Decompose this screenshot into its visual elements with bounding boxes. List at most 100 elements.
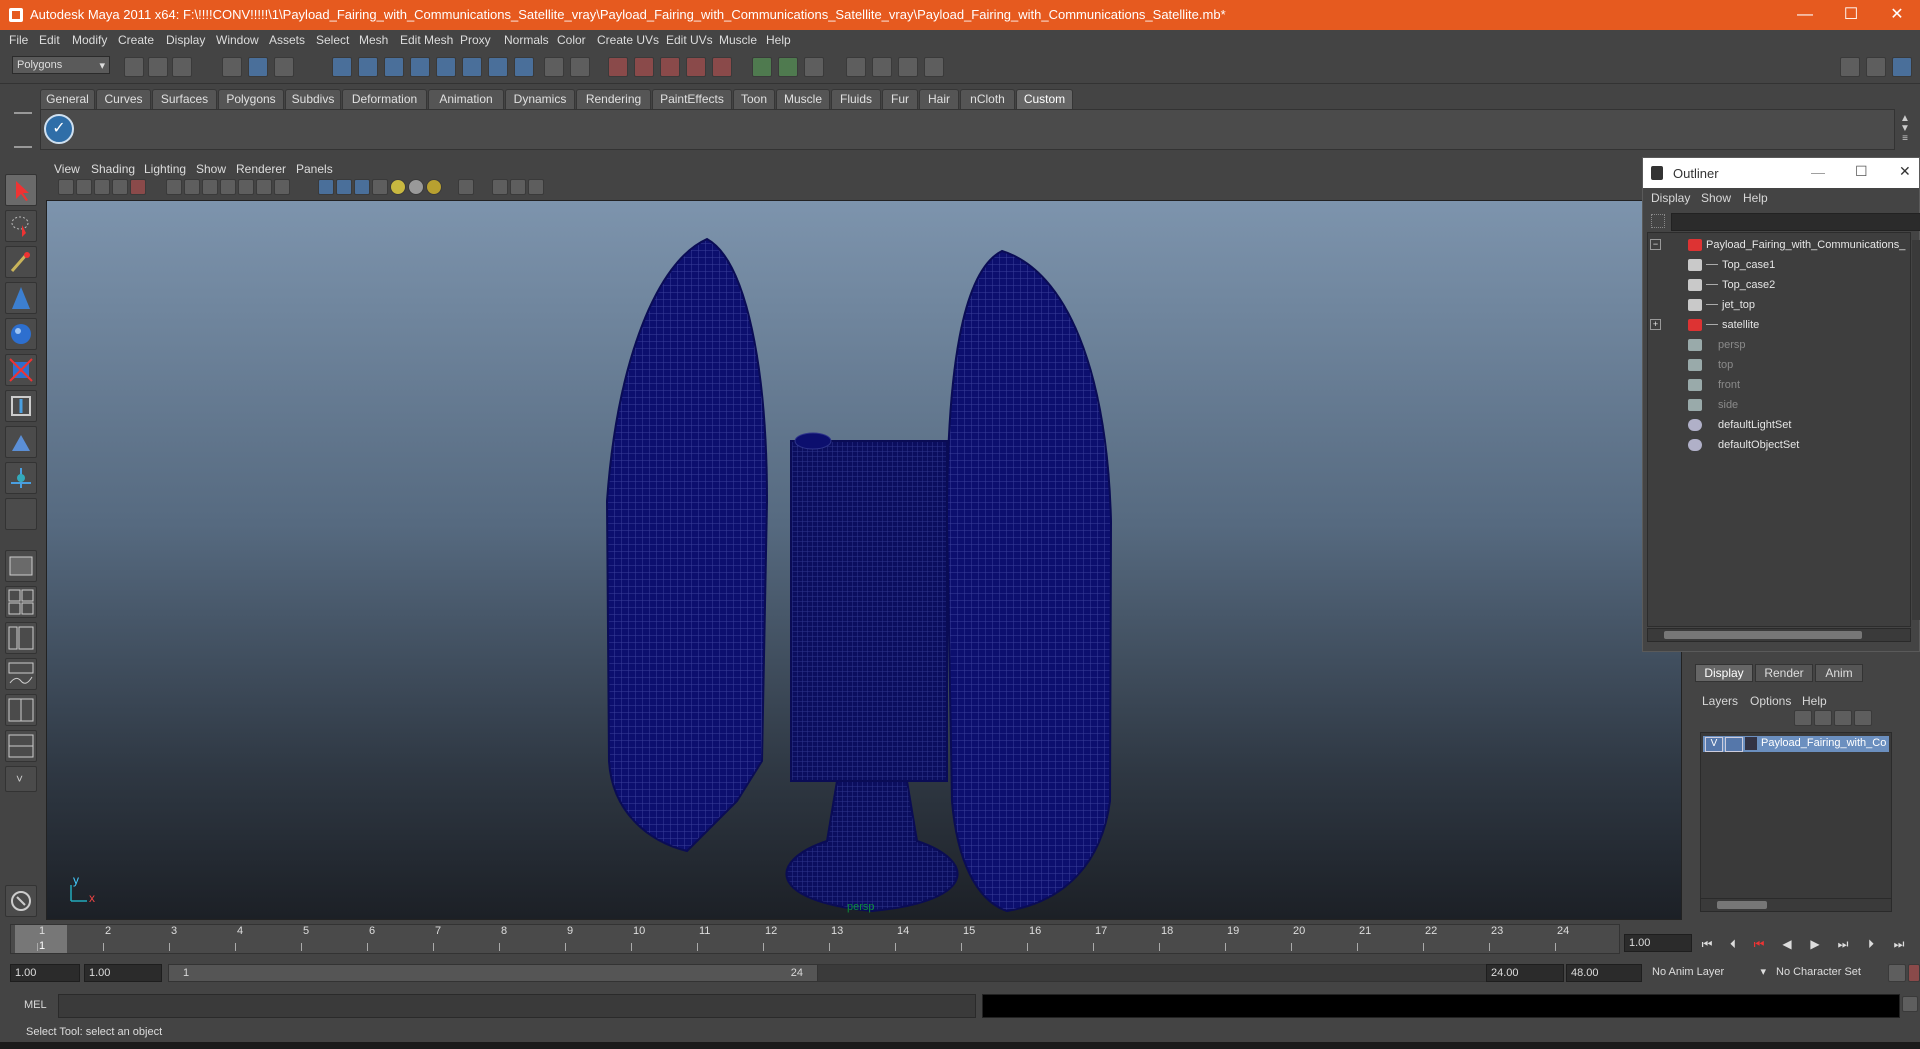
shelf-tab-general[interactable]: General xyxy=(40,89,95,109)
shelf-tab-ncloth[interactable]: nCloth xyxy=(960,89,1015,109)
select-component-icon[interactable] xyxy=(274,57,294,77)
step-forward-key-icon[interactable]: ⏭ xyxy=(1832,934,1854,954)
image-plane-icon[interactable] xyxy=(112,179,128,195)
maximize-button[interactable]: ☐ xyxy=(1828,0,1874,30)
outliner-item[interactable]: front xyxy=(1648,377,1908,397)
shelf-tab-toon[interactable]: Toon xyxy=(733,89,775,109)
character-set-dropdown[interactable]: No Character Set xyxy=(1772,964,1886,982)
manipulator-tool-icon[interactable] xyxy=(5,390,37,422)
viewport-menu-show[interactable]: Show xyxy=(196,162,226,176)
camera-select-icon[interactable] xyxy=(58,179,74,195)
new-layer-selected-icon[interactable] xyxy=(1854,710,1872,726)
preferences-icon[interactable] xyxy=(1908,964,1920,982)
minimize-button[interactable]: — xyxy=(1782,0,1828,30)
render-current-icon[interactable] xyxy=(752,57,772,77)
shelf-tab-surfaces[interactable]: Surfaces xyxy=(152,89,217,109)
outliner-filter-input[interactable] xyxy=(1671,213,1920,231)
layout-outliner-icon[interactable] xyxy=(5,622,37,654)
outliner-minimize-icon[interactable]: — xyxy=(1811,164,1825,180)
new-layer-icon[interactable] xyxy=(1834,710,1852,726)
menu-select[interactable]: Select xyxy=(316,33,349,47)
play-forwards-icon[interactable]: ▶ xyxy=(1804,934,1826,954)
playback-start-field[interactable]: 1.00 xyxy=(84,964,162,982)
go-to-start-icon[interactable]: ⏮ xyxy=(1696,934,1718,954)
render-region-icon[interactable] xyxy=(686,57,706,77)
menu-color[interactable]: Color xyxy=(557,33,586,47)
checkmark-icon[interactable]: ✓ xyxy=(44,114,74,144)
layout-single-icon[interactable] xyxy=(5,550,37,582)
snap-point-icon[interactable] xyxy=(384,57,404,77)
wireframe-icon[interactable] xyxy=(318,179,334,195)
high-quality-icon[interactable] xyxy=(426,179,442,195)
layer-menu-help[interactable]: Help xyxy=(1802,694,1827,708)
outliner-close-icon[interactable]: ✕ xyxy=(1899,163,1911,180)
gate-mask-icon[interactable] xyxy=(220,179,236,195)
time-slider[interactable]: 1 1 2 3 4 5 6 7 8 9 10 11 12 13 14 15 16 17 18 19 20 21 22 23 2… xyxy=(10,924,1620,954)
viewport-menu-lighting[interactable]: Lighting xyxy=(144,162,186,176)
menu-window[interactable]: Window xyxy=(216,33,259,47)
menu-mesh[interactable]: Mesh xyxy=(359,33,388,47)
range-bar[interactable]: 1 24 xyxy=(168,964,818,982)
current-time-field[interactable]: 1.00 xyxy=(1624,934,1692,952)
shelf-tab-curves[interactable]: Curves xyxy=(96,89,151,109)
select-tool-icon[interactable] xyxy=(5,174,37,206)
wireframe-on-shaded-icon[interactable] xyxy=(354,179,370,195)
play-backwards-icon[interactable]: ◀ xyxy=(1776,934,1798,954)
outliner-maximize-icon[interactable]: ☐ xyxy=(1855,163,1868,180)
layer-horizontal-scrollbar[interactable] xyxy=(1700,898,1892,912)
xray-icon[interactable] xyxy=(492,179,508,195)
filter-toggle-icon[interactable] xyxy=(1651,214,1665,228)
step-forward-frame-icon[interactable]: ⏵ xyxy=(1860,934,1882,954)
shadows-icon[interactable] xyxy=(408,179,424,195)
shelf-scroll-arrows[interactable]: ▲ ▼ ≡ xyxy=(1898,114,1912,146)
settings-gear-icon[interactable] xyxy=(924,57,944,77)
outliner-item[interactable]: persp xyxy=(1648,337,1908,357)
menu-edit-mesh[interactable]: Edit Mesh xyxy=(400,33,453,47)
hypershade-icon[interactable] xyxy=(846,57,866,77)
command-input[interactable] xyxy=(58,994,976,1018)
xray-joints-icon[interactable] xyxy=(510,179,526,195)
perspective-viewport[interactable]: y x persp xyxy=(46,200,1682,920)
outliner-item[interactable]: jet_top xyxy=(1648,297,1908,317)
move-tool-icon[interactable] xyxy=(5,282,37,314)
render-settings-icon[interactable] xyxy=(804,57,824,77)
lasso-tool-icon[interactable] xyxy=(5,210,37,242)
show-manipulator-icon[interactable] xyxy=(5,462,37,494)
layout-hypershade-icon[interactable] xyxy=(5,694,37,726)
use-lights-icon[interactable] xyxy=(390,179,406,195)
layer-menu-layers[interactable]: Layers xyxy=(1702,694,1738,708)
expand-plus-icon[interactable]: + xyxy=(1650,319,1661,330)
safe-action-icon[interactable] xyxy=(256,179,272,195)
shelf-tab-animation[interactable]: Animation xyxy=(428,89,504,109)
shelf-tab-hair[interactable]: Hair xyxy=(919,89,959,109)
isolate-select-icon[interactable] xyxy=(458,179,474,195)
paint-select-tool-icon[interactable] xyxy=(5,246,37,278)
menu-help[interactable]: Help xyxy=(766,33,791,47)
textured-icon[interactable] xyxy=(372,179,388,195)
menu-modify[interactable]: Modify xyxy=(72,33,107,47)
smooth-shade-icon[interactable] xyxy=(336,179,352,195)
shelf-tab-deformation[interactable]: Deformation xyxy=(342,89,427,109)
shelf-tab-painteffects[interactable]: PaintEffects xyxy=(652,89,732,109)
snap-plane-icon[interactable] xyxy=(410,57,430,77)
playback-end-field[interactable]: 24.00 xyxy=(1486,964,1564,982)
new-scene-icon[interactable] xyxy=(124,57,144,77)
grid-icon[interactable] xyxy=(166,179,182,195)
outliner-menu-help[interactable]: Help xyxy=(1743,191,1768,205)
rotate-tool-icon[interactable] xyxy=(5,318,37,350)
move-layer-up-icon[interactable] xyxy=(1794,710,1812,726)
help-question-icon[interactable] xyxy=(514,57,534,77)
2d-pan-zoom-icon[interactable] xyxy=(130,179,146,195)
outliner-menu-show[interactable]: Show xyxy=(1701,191,1731,205)
input-ops-icon[interactable] xyxy=(608,57,628,77)
scale-tool-icon[interactable] xyxy=(5,354,37,386)
resolution-gate-icon[interactable] xyxy=(202,179,218,195)
shelf-tab-fur[interactable]: Fur xyxy=(882,89,918,109)
layer-row[interactable]: V Payload_Fairing_with_Co xyxy=(1703,736,1889,752)
layer-visibility-toggle[interactable]: V xyxy=(1705,737,1723,752)
outliner-menu-display[interactable]: Display xyxy=(1651,191,1690,205)
outliner-item[interactable]: − Payload_Fairing_with_Communications_ xyxy=(1648,237,1908,257)
soft-modify-tool-icon[interactable] xyxy=(5,426,37,458)
anim-layer-dropdown[interactable]: No Anim Layer ▾ xyxy=(1648,964,1768,982)
outliner-vertical-scrollbar[interactable] xyxy=(1912,240,1920,620)
